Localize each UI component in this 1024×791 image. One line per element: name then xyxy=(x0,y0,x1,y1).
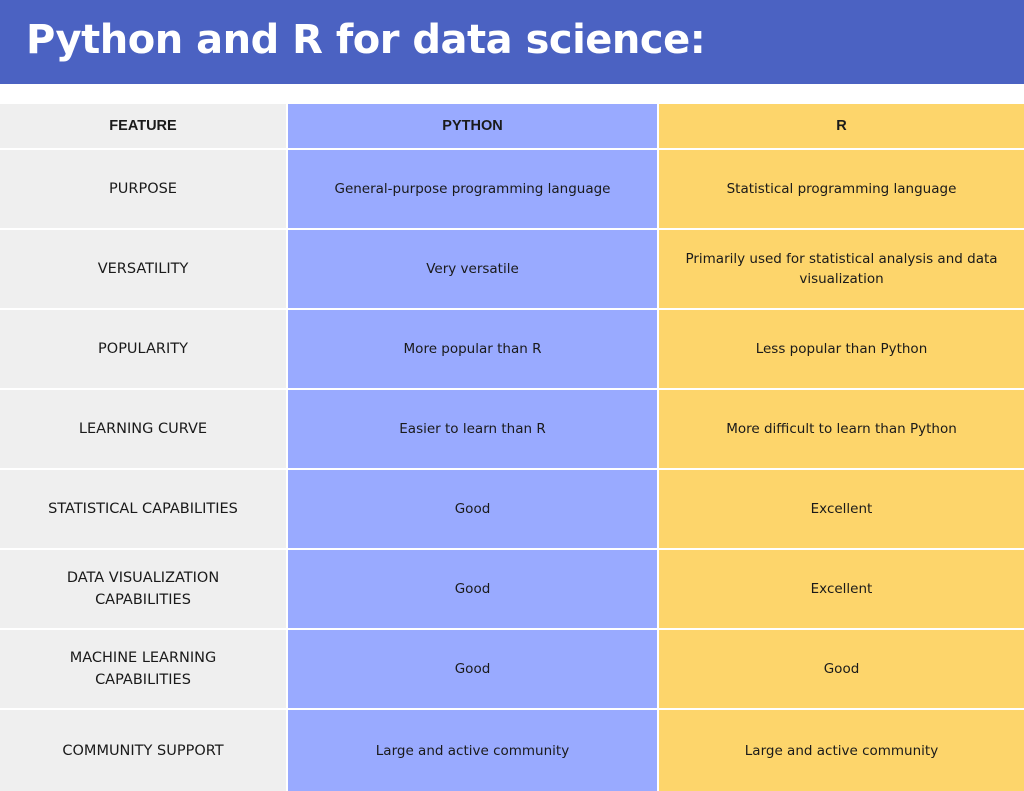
r-cell: Less popular than Python xyxy=(659,310,1024,390)
feature-cell: VERSATILITY xyxy=(0,230,286,310)
table-row: PURPOSE General-purpose programming langu… xyxy=(0,150,1024,230)
table-row: VERSATILITY Very versatile Primarily used … xyxy=(0,230,1024,310)
table-row: POPULARITY More popular than R Less popula… xyxy=(0,310,1024,390)
table-row: LEARNING CURVE Easier to learn than R More… xyxy=(0,390,1024,470)
feature-cell: DATA VISUALIZATION CAPABILITIES xyxy=(0,550,286,630)
python-cell: Good xyxy=(288,550,657,630)
table-row: STATISTICAL CAPABILITIES Good Excellent xyxy=(0,470,1024,550)
feature-cell: PURPOSE xyxy=(0,150,286,230)
title-banner: Python and R for data science: xyxy=(0,0,1024,84)
table-body: PURPOSE General-purpose programming langu… xyxy=(0,150,1024,791)
table-row: MACHINE LEARNING CAPABILITIES Good Good xyxy=(0,630,1024,710)
feature-cell: LEARNING CURVE xyxy=(0,390,286,470)
python-cell: General-purpose programming language xyxy=(288,150,657,230)
r-cell: Excellent xyxy=(659,470,1024,550)
r-cell: Statistical programming language xyxy=(659,150,1024,230)
python-cell: More popular than R xyxy=(288,310,657,390)
python-cell: Easier to learn than R xyxy=(288,390,657,470)
feature-cell: POPULARITY xyxy=(0,310,286,390)
feature-cell: STATISTICAL CAPABILITIES xyxy=(0,470,286,550)
table-header-row: FEATURE PYTHON R xyxy=(0,104,1024,150)
r-cell: Large and active community xyxy=(659,710,1024,791)
r-cell: Excellent xyxy=(659,550,1024,630)
header-python: PYTHON xyxy=(288,104,657,150)
python-cell: Good xyxy=(288,630,657,710)
feature-cell: MACHINE LEARNING CAPABILITIES xyxy=(0,630,286,710)
header-feature: FEATURE xyxy=(0,104,286,150)
header-r: R xyxy=(659,104,1024,150)
r-cell: More difficult to learn than Python xyxy=(659,390,1024,470)
python-cell: Large and active community xyxy=(288,710,657,791)
feature-cell: COMMUNITY SUPPORT xyxy=(0,710,286,791)
table-row: DATA VISUALIZATION CAPABILITIES Good Excel… xyxy=(0,550,1024,630)
table-row: COMMUNITY SUPPORT Large and active commun… xyxy=(0,710,1024,791)
r-cell: Good xyxy=(659,630,1024,710)
page-title: Python and R for data science: xyxy=(26,17,706,63)
r-cell: Primarily used for statistical analysis … xyxy=(659,230,1024,310)
python-cell: Good xyxy=(288,470,657,550)
python-cell: Very versatile xyxy=(288,230,657,310)
comparison-table: FEATURE PYTHON R PURPOSE General-purpose … xyxy=(0,104,1024,791)
